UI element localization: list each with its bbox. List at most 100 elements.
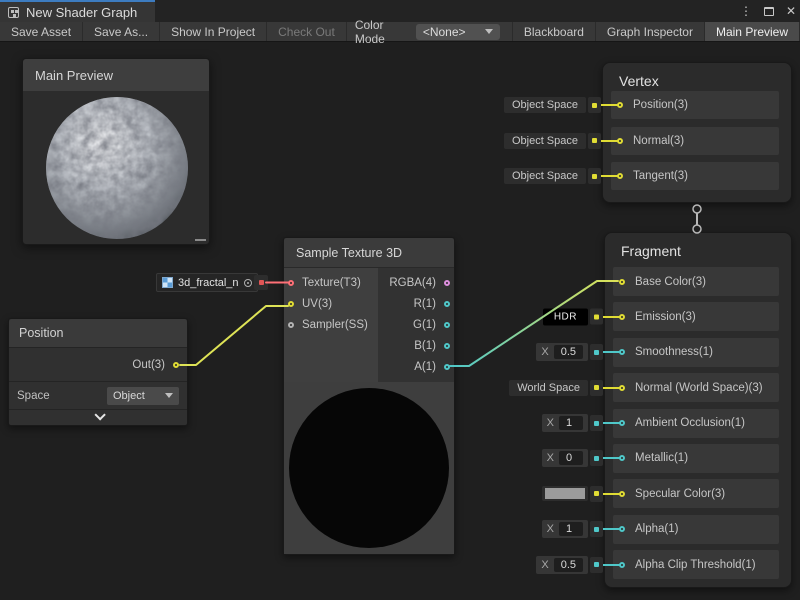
port-label: Base Color(3) <box>635 276 706 288</box>
metallic-port[interactable] <box>619 455 625 461</box>
window-controls: ⋮ ✕ <box>740 0 796 22</box>
port-label: Alpha(1) <box>635 523 678 535</box>
rgba-port[interactable] <box>444 280 450 286</box>
sampler-port[interactable] <box>288 322 294 328</box>
maximize-icon[interactable] <box>764 7 774 16</box>
alpha-port[interactable] <box>619 526 625 532</box>
fragment-row-base-color[interactable]: Base Color(3) <box>613 267 779 296</box>
vertex-row-position[interactable]: Position(3) Object Space <box>611 91 779 119</box>
show-in-project-button[interactable]: Show In Project <box>160 22 267 41</box>
main-preview-viewport[interactable] <box>23 91 209 244</box>
position-node-title[interactable]: Position <box>9 319 187 348</box>
binding-dot <box>590 521 603 537</box>
color-mode-value: <None> <box>423 25 485 39</box>
base-color-port[interactable] <box>619 279 625 285</box>
kebab-menu-icon[interactable]: ⋮ <box>740 5 752 17</box>
resize-handle[interactable] <box>195 239 206 241</box>
smoothness-port[interactable] <box>619 349 625 355</box>
close-icon[interactable]: ✕ <box>786 5 796 17</box>
x-label: X <box>547 417 554 429</box>
float-input[interactable]: 0.5 <box>554 345 583 359</box>
out-port[interactable] <box>173 362 179 368</box>
vertex-node[interactable]: Vertex Position(3) Object Space Normal(3… <box>602 62 792 203</box>
graph-inspector-toggle[interactable]: Graph Inspector <box>596 22 705 41</box>
main-preview-header[interactable]: Main Preview <box>23 59 209 91</box>
ambient-occlusion-field[interactable]: X1 <box>542 414 603 432</box>
fragment-row-emission[interactable]: Emission(3) HDR <box>613 302 779 331</box>
save-asset-button[interactable]: Save Asset <box>0 22 83 41</box>
hdr-badge[interactable]: HDR <box>543 308 588 325</box>
r-port[interactable] <box>444 301 450 307</box>
color-mode-dropdown[interactable]: <None> <box>416 24 500 40</box>
uv-port[interactable] <box>288 301 294 307</box>
float-input[interactable]: 1 <box>559 522 583 536</box>
main-preview-toggle[interactable]: Main Preview <box>705 22 800 41</box>
fragment-node[interactable]: Fragment Base Color(3) Emission(3) HDR S… <box>604 232 792 588</box>
output-a: A(1) <box>378 356 454 377</box>
texture-asset-field[interactable]: 3d_fractal_n <box>156 273 258 292</box>
b-port[interactable] <box>444 343 450 349</box>
binding-pill: Object Space <box>504 133 586 149</box>
normal-port[interactable] <box>617 138 623 144</box>
texture-port[interactable] <box>288 280 294 286</box>
alpha-field[interactable]: X1 <box>542 520 603 538</box>
port-label: UV(3) <box>302 298 332 310</box>
edge-out-to-uv <box>180 306 288 365</box>
blackboard-toggle[interactable]: Blackboard <box>512 22 596 41</box>
float-input[interactable]: 0.5 <box>554 558 583 572</box>
tangent-space-binding: Object Space <box>504 168 601 184</box>
port-label: Normal(3) <box>633 135 684 147</box>
sample-node-title[interactable]: Sample Texture 3D <box>284 238 454 268</box>
input-sampler: Sampler(SS) <box>284 314 378 335</box>
color-swatch[interactable] <box>545 488 585 499</box>
fragment-row-specular-color[interactable]: Specular Color(3) <box>613 479 779 508</box>
emission-hdr-field[interactable]: HDR <box>543 308 603 325</box>
alpha-clip-port[interactable] <box>619 562 625 568</box>
sample-node-body: Texture(T3) UV(3) Sampler(SS) RGBA(4) R(… <box>284 268 454 382</box>
object-picker-icon[interactable] <box>244 279 252 287</box>
sample-outputs: RGBA(4) R(1) G(1) B(1) A(1) <box>378 268 454 382</box>
tangent-port[interactable] <box>617 173 623 179</box>
binding-dot <box>590 309 603 325</box>
fragment-row-normal-ws[interactable]: Normal (World Space)(3) World Space <box>613 373 779 402</box>
chevron-down-icon <box>94 409 105 420</box>
g-port[interactable] <box>444 322 450 328</box>
metallic-field[interactable]: X0 <box>542 449 603 467</box>
space-value: Object <box>113 390 161 402</box>
binding-pill: Object Space <box>504 97 586 113</box>
collapse-preview-button[interactable] <box>9 410 187 424</box>
vertex-row-normal[interactable]: Normal(3) Object Space <box>611 127 779 155</box>
output-g: G(1) <box>378 314 454 335</box>
normal-ws-port[interactable] <box>619 385 625 391</box>
fragment-row-metallic[interactable]: Metallic(1) X0 <box>613 444 779 473</box>
space-dropdown[interactable]: Object <box>107 387 179 405</box>
vertex-node-title: Vertex <box>619 73 659 89</box>
smoothness-field[interactable]: X0.5 <box>536 343 603 361</box>
position-node[interactable]: Position Out(3) Space Object <box>8 318 188 426</box>
alpha-clip-field[interactable]: X0.5 <box>536 556 603 574</box>
position-port[interactable] <box>617 102 623 108</box>
emission-port[interactable] <box>619 314 625 320</box>
float-input[interactable]: 1 <box>559 416 583 430</box>
color-mode-label: Color Mode <box>347 22 416 41</box>
port-label: R(1) <box>414 298 436 310</box>
specular-color-field[interactable] <box>542 486 603 502</box>
port-label: Ambient Occlusion(1) <box>635 417 745 429</box>
chevron-down-icon <box>485 29 493 34</box>
save-as-button[interactable]: Save As... <box>83 22 160 41</box>
tab-new-shader-graph[interactable]: New Shader Graph <box>0 0 155 22</box>
ambient-occlusion-port[interactable] <box>619 420 625 426</box>
fragment-row-alpha[interactable]: Alpha(1) X1 <box>613 515 779 544</box>
main-preview-panel[interactable]: Main Preview <box>22 58 210 245</box>
fragment-row-ambient-occlusion[interactable]: Ambient Occlusion(1) X1 <box>613 409 779 438</box>
position-output-row: Out(3) <box>9 348 187 382</box>
vertex-row-tangent[interactable]: Tangent(3) Object Space <box>611 162 779 190</box>
float-input[interactable]: 0 <box>559 451 583 465</box>
sample-texture-3d-node[interactable]: Sample Texture 3D Texture(T3) UV(3) Samp… <box>283 237 455 555</box>
port-label: Smoothness(1) <box>635 346 713 358</box>
a-port[interactable] <box>444 364 450 370</box>
tab-title: New Shader Graph <box>26 5 137 20</box>
specular-color-port[interactable] <box>619 491 625 497</box>
fragment-row-smoothness[interactable]: Smoothness(1) X0.5 <box>613 338 779 367</box>
fragment-row-alpha-clip[interactable]: Alpha Clip Threshold(1) X0.5 <box>613 550 779 579</box>
